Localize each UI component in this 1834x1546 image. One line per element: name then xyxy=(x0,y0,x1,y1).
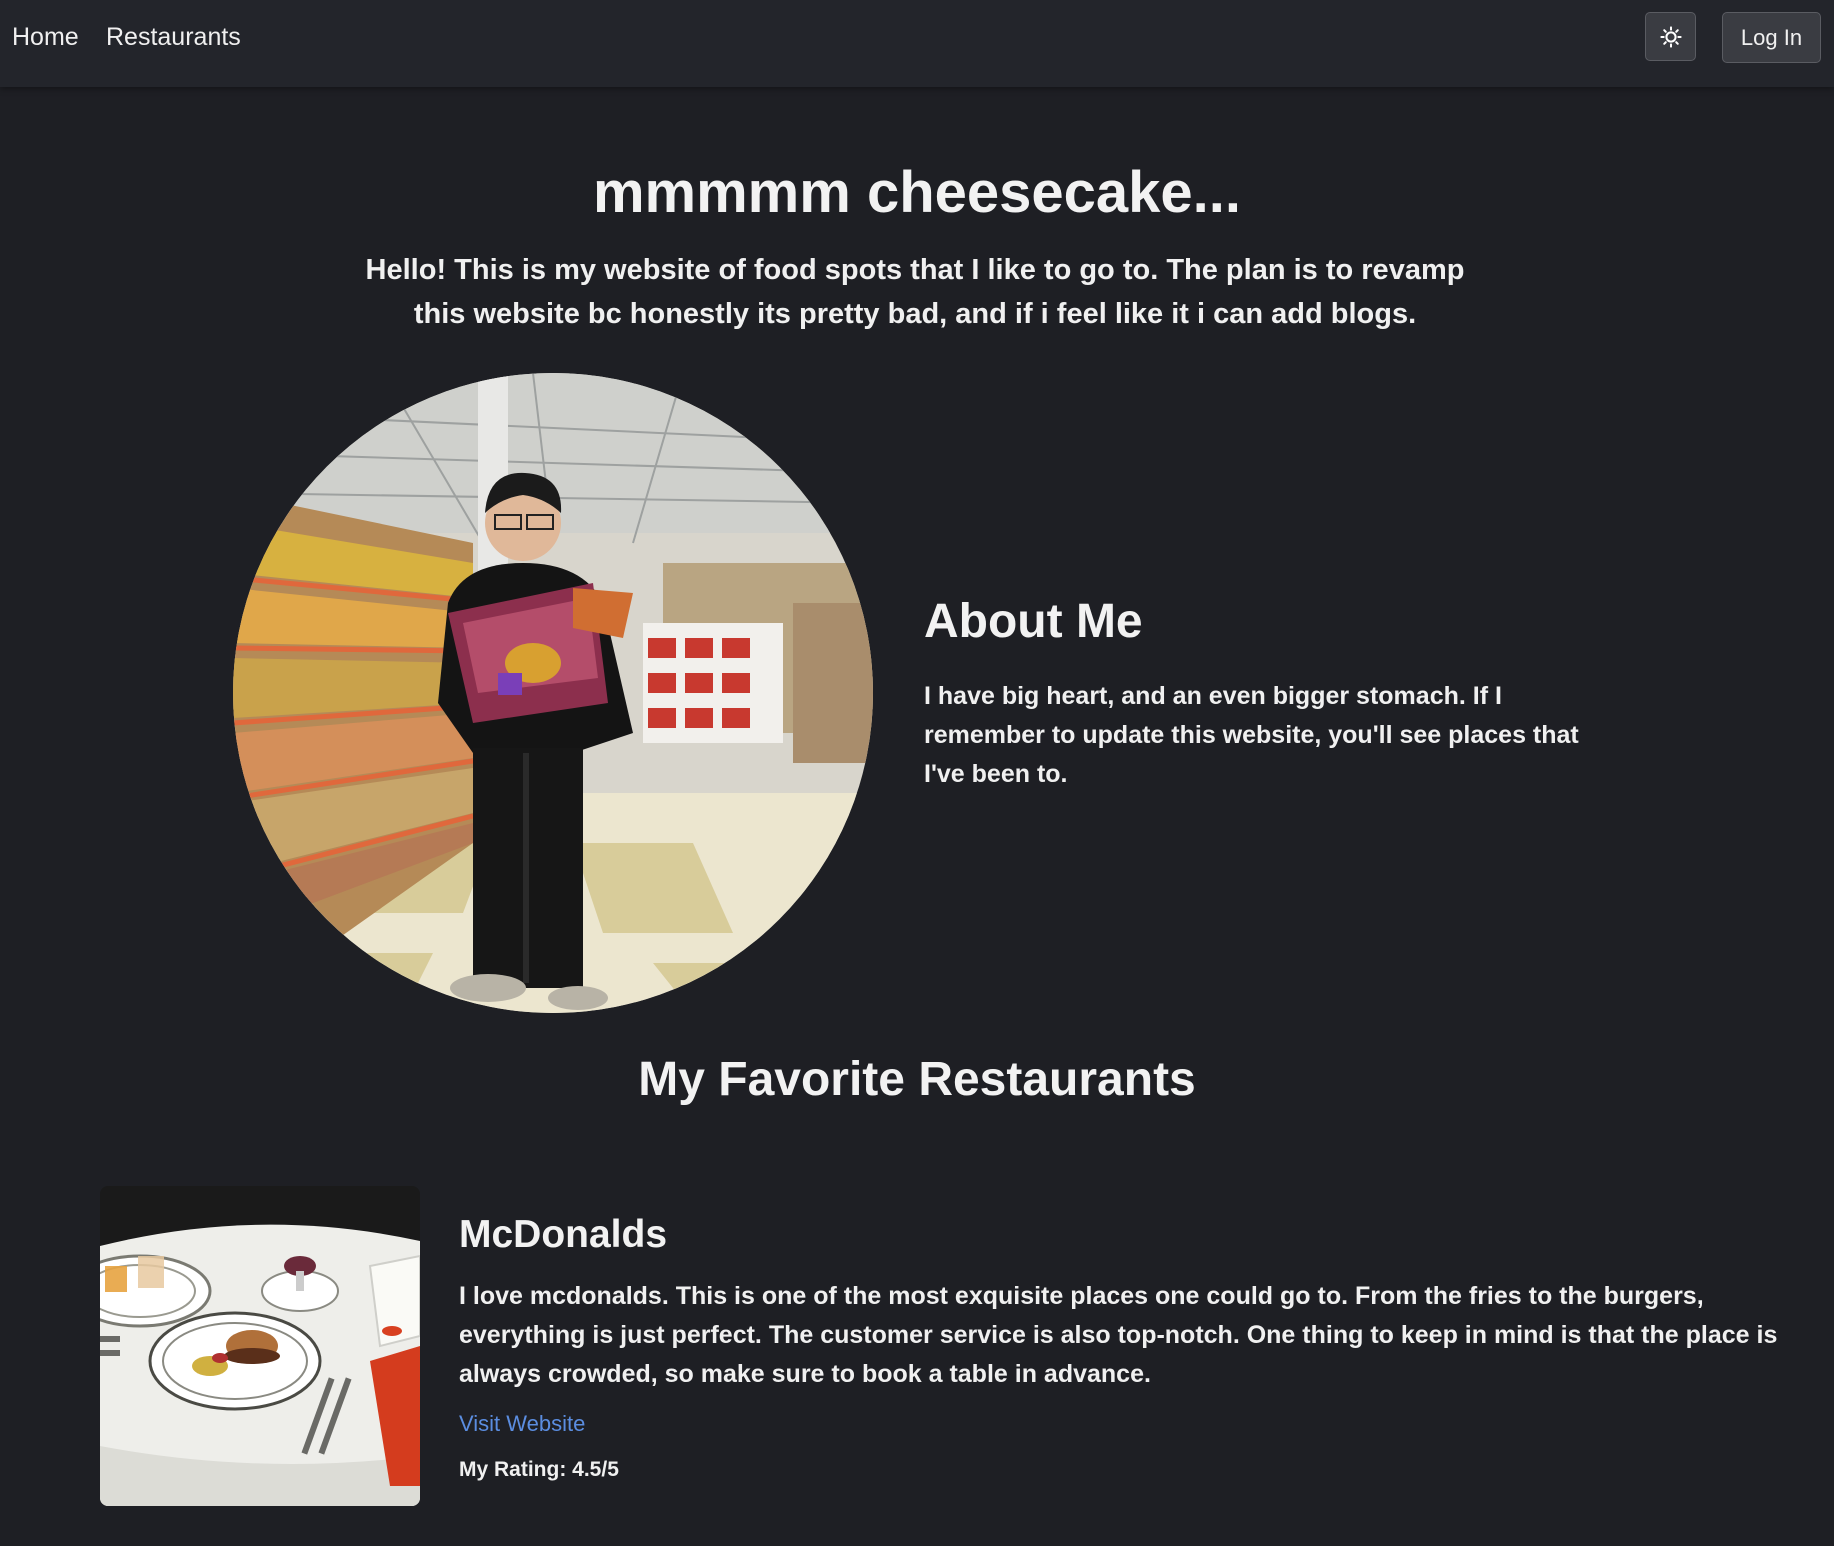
about-heading: About Me xyxy=(924,595,1143,648)
restaurant-name: McDonalds xyxy=(459,1213,668,1256)
navbar: Home Restaurants Log In xyxy=(0,0,1834,87)
nav-restaurants-link[interactable]: Restaurants xyxy=(106,22,241,52)
restaurant-description: I love mcdonalds. This is one of the mos… xyxy=(459,1282,1778,1388)
about-text: I have big heart, and an even bigger sto… xyxy=(924,682,1579,788)
theme-toggle-button[interactable] xyxy=(1645,12,1696,61)
restaurant-rating: My Rating: 4.5/5 xyxy=(459,1458,619,1481)
favorites-heading: My Favorite Restaurants xyxy=(638,1053,1196,1106)
sun-icon xyxy=(1659,25,1682,48)
restaurant-card: McDonalds I love mcdonalds. This is one … xyxy=(70,1160,1777,1530)
visit-website-link[interactable]: Visit Website xyxy=(459,1409,585,1439)
intro-text: Hello! This is my website of food spots … xyxy=(365,254,1465,330)
restaurant-photo xyxy=(100,1186,420,1506)
nav-home-link[interactable]: Home xyxy=(12,22,79,52)
profile-photo xyxy=(233,373,873,1013)
login-button[interactable]: Log In xyxy=(1722,12,1821,63)
page-title: mmmmm cheesecake... xyxy=(592,160,1242,225)
